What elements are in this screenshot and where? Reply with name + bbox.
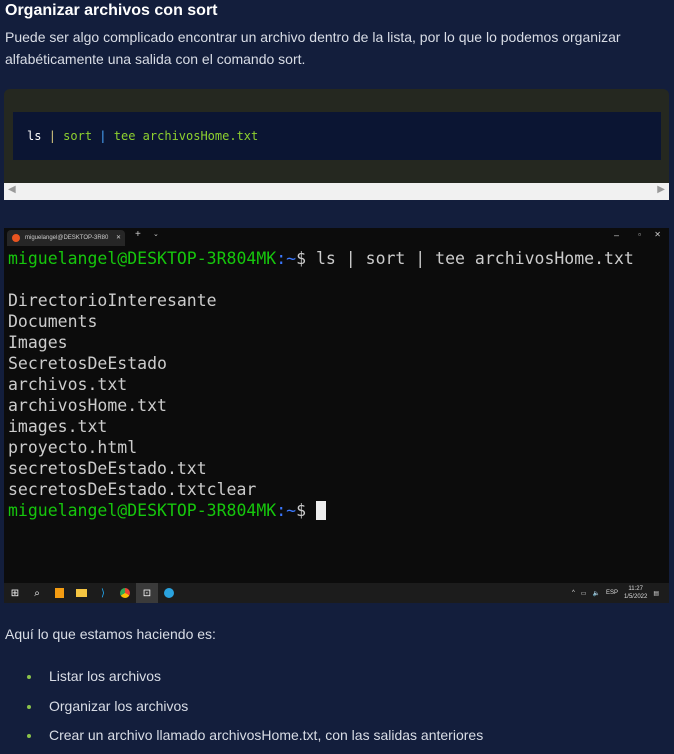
output-line: SecretosDeEstado xyxy=(8,354,167,373)
start-icon[interactable]: ⊞ xyxy=(4,583,26,603)
scroll-right-icon[interactable]: ▶ xyxy=(657,184,665,195)
tray-chevron-icon[interactable]: ^ xyxy=(572,590,575,596)
ubuntu-icon xyxy=(12,234,20,242)
notifications-icon[interactable]: ▤ xyxy=(653,590,659,597)
clock[interactable]: 11:27 1/5/2022 xyxy=(624,585,647,601)
code-tee: tee archivosHome.txt xyxy=(113,129,259,143)
folder-icon[interactable] xyxy=(70,583,92,603)
terminal-output: miguelangel@DESKTOP-3R804MK:~$ ls | sort… xyxy=(4,246,669,523)
output-line: secretosDeEstado.txtclear xyxy=(8,480,257,499)
date: 1/5/2022 xyxy=(623,594,648,600)
tab-title: miguelangel@DESKTOP-3R80 xyxy=(25,235,109,241)
prompt-user: miguelangel@DESKTOP-3R804MK xyxy=(8,501,277,520)
vscode-icon[interactable]: ⟩ xyxy=(92,583,114,603)
list-item: Listar los archivos xyxy=(0,665,483,695)
code-ls: ls xyxy=(27,129,42,143)
output-line: archivosHome.txt xyxy=(8,396,167,415)
search-icon[interactable]: ⌕ xyxy=(26,583,48,603)
code-pipe: | xyxy=(99,129,107,143)
code-line: ls | sort | tee archivosHome.txt xyxy=(13,112,661,160)
prompt-path: :~ xyxy=(276,249,297,268)
taskbar: ⊞ ⌕ ⟩ ⊡ ^ ▭ 🔈 ESP 11:27 1/5/2022 ▤ xyxy=(4,583,669,603)
output-line: archivos.txt xyxy=(8,375,128,394)
list-item: Organizar los archivos xyxy=(0,695,483,725)
scroll-left-icon[interactable]: ◀ xyxy=(8,184,16,195)
list-item: Crear un archivo llamado archivosHome.tx… xyxy=(0,724,483,754)
maximize-icon: ▫ xyxy=(638,230,641,239)
app-icon[interactable] xyxy=(48,583,70,603)
output-line: DirectorioInteresante xyxy=(8,291,217,310)
prompt-sign: $ xyxy=(296,501,307,520)
prompt-path: :~ xyxy=(276,501,297,520)
minimize-icon: – xyxy=(613,230,619,240)
close-tab-icon: ✕ xyxy=(115,235,121,241)
chrome-icon[interactable] xyxy=(114,583,136,603)
prompt-user: miguelangel@DESKTOP-3R804MK xyxy=(8,249,277,268)
description: Puede ser algo complicado encontrar un a… xyxy=(5,29,621,67)
steps-list: Listar los archivos Organizar los archiv… xyxy=(0,665,483,754)
volume-icon[interactable]: 🔈 xyxy=(592,590,599,597)
dropdown-icon: ⌄ xyxy=(153,231,159,238)
new-tab-icon: + xyxy=(135,229,141,240)
cursor xyxy=(315,501,326,520)
terminal-screenshot: miguelangel@DESKTOP-3R80 ✕ + ⌄ – ▫ ✕ migu… xyxy=(4,228,669,603)
terminal-tabbar: miguelangel@DESKTOP-3R80 ✕ + ⌄ – ▫ ✕ xyxy=(4,228,669,246)
code-pipe: | xyxy=(48,129,56,143)
command: ls | sort | tee archivosHome.txt xyxy=(306,249,634,268)
telegram-icon[interactable] xyxy=(158,583,180,603)
time: 11:27 xyxy=(628,586,643,592)
network-icon[interactable]: ▭ xyxy=(581,590,587,597)
horizontal-scrollbar[interactable]: ◀ ▶ xyxy=(4,183,669,200)
terminal-tab: miguelangel@DESKTOP-3R80 ✕ xyxy=(7,230,125,246)
output-line: images.txt xyxy=(8,417,108,436)
output-line: Images xyxy=(8,333,68,352)
prompt-sign: $ xyxy=(296,249,307,268)
system-tray: ^ ▭ 🔈 ESP 11:27 1/5/2022 ▤ xyxy=(572,585,669,601)
close-window-icon: ✕ xyxy=(654,230,661,239)
output-line: proyecto.html xyxy=(8,438,138,457)
output-line: Documents xyxy=(8,312,98,331)
code-sort: sort xyxy=(63,129,93,143)
output-line: secretosDeEstado.txt xyxy=(8,459,207,478)
intro-text: Aquí lo que estamos haciendo es: xyxy=(5,626,216,642)
section-title: Organizar archivos con sort xyxy=(5,2,218,19)
language-indicator[interactable]: ESP xyxy=(606,590,618,596)
code-block: ls | sort | tee archivosHome.txt ◀ ▶ xyxy=(4,89,669,200)
terminal-app-icon[interactable]: ⊡ xyxy=(136,583,158,603)
